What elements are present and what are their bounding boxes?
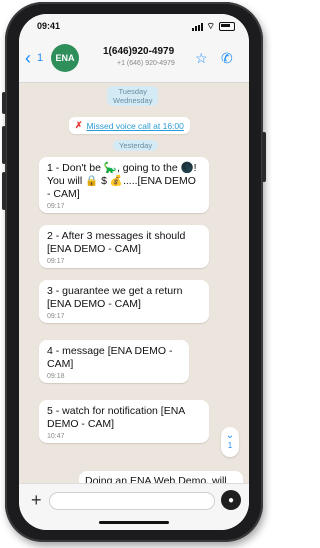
signal-icon: [191, 22, 203, 31]
date-separator: Tuesday Wednesday: [107, 86, 159, 106]
battery-icon: [219, 22, 235, 31]
phone-screen: 09:41 ⌔ ‹ 1 ENA 1(646)920-4979 +1 (646) …: [19, 14, 249, 530]
input-bar: + ●: [19, 483, 249, 530]
date-separator-line: Tuesday: [118, 87, 147, 96]
mic-icon[interactable]: ●: [221, 490, 241, 510]
message-bubble[interactable]: 2 - After 3 messages it should [ENA DEMO…: [39, 225, 209, 268]
status-icons: ⌔: [191, 21, 235, 32]
message-text: 3 - guarantee we get a return [ENA DEMO …: [47, 285, 183, 310]
missed-call-text[interactable]: Missed voice call at 16:00: [87, 121, 184, 131]
back-button-count[interactable]: 1: [37, 52, 43, 64]
status-bar: 09:41 ⌔: [19, 14, 249, 38]
chat-header: ‹ 1 ENA 1(646)920-4979 +1 (646) 920-4979…: [19, 38, 249, 83]
status-time: 09:41: [37, 21, 61, 31]
message-time: 09:17: [47, 258, 65, 265]
unread-count: 1: [227, 441, 233, 450]
phone-side-button: [262, 132, 266, 182]
home-indicator[interactable]: [99, 521, 169, 524]
message-bubble[interactable]: 1 - Don't be 🦕, going to the 🌑! You will…: [39, 157, 209, 213]
date-separator-line: Yesterday: [119, 141, 153, 150]
message-bubble[interactable]: 4 - message [ENA DEMO -CAM] 09:18: [39, 340, 189, 383]
message-bubble[interactable]: 3 - guarantee we get a return [ENA DEMO …: [39, 280, 209, 323]
contact-avatar[interactable]: ENA: [51, 44, 79, 72]
contact-name[interactable]: 1(646)920-4979: [103, 46, 174, 57]
contact-subtitle: +1 (646) 920-4979: [117, 60, 175, 67]
message-text: 5 - watch for notification [ENA DEMO - C…: [47, 405, 185, 430]
message-text: 1 - Don't be 🦕, going to the 🌑! You will…: [47, 162, 197, 200]
missed-call-icon: ✗: [75, 120, 83, 130]
chevron-down-icon: ⌄: [225, 430, 235, 441]
message-input[interactable]: [49, 492, 215, 510]
phone-frame: 09:41 ⌔ ‹ 1 ENA 1(646)920-4979 +1 (646) …: [2, 2, 266, 542]
message-time: 09:18: [47, 373, 65, 380]
message-time: 10:47: [47, 433, 65, 440]
date-separator: Yesterday: [113, 140, 159, 151]
messages-list[interactable]: Tuesday Wednesday ✗ Missed voice call at…: [19, 83, 249, 491]
plus-icon[interactable]: +: [31, 490, 42, 511]
wifi-icon: ⌔: [206, 21, 215, 31]
message-time: 09:17: [47, 203, 65, 210]
date-separator-line: Wednesday: [113, 96, 153, 105]
missed-call-notice[interactable]: ✗ Missed voice call at 16:00: [69, 117, 190, 134]
message-bubble[interactable]: 5 - watch for notification [ENA DEMO - C…: [39, 400, 209, 443]
message-text: 4 - message [ENA DEMO -CAM]: [47, 345, 173, 370]
message-time: 09:17: [47, 313, 65, 320]
message-text: 2 - After 3 messages it should [ENA DEMO…: [47, 230, 186, 255]
phone-side-button: [2, 172, 6, 210]
star-icon[interactable]: ☆: [195, 50, 208, 67]
phone-icon[interactable]: ✆: [221, 50, 233, 67]
back-chevron-icon[interactable]: ‹: [25, 49, 31, 67]
phone-side-button: [2, 126, 6, 164]
scroll-to-bottom-button[interactable]: ⌄ 1: [221, 427, 239, 457]
phone-side-button: [2, 92, 6, 114]
